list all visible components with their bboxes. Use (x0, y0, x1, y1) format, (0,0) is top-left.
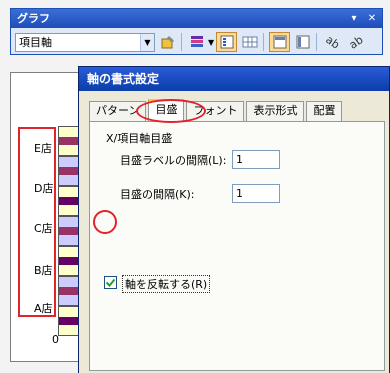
bar-segment[interactable] (58, 156, 80, 186)
tab-font[interactable]: フォント (186, 101, 245, 121)
tick-label-interval-input[interactable]: 1 (232, 150, 280, 169)
chart-type-button[interactable] (187, 32, 208, 52)
bar-segment[interactable] (58, 276, 80, 306)
data-table-button[interactable] (239, 32, 260, 52)
chevron-down-icon[interactable]: ▼ (140, 33, 154, 51)
tick-label-interval-label: 目盛ラベルの間隔(L): (120, 154, 227, 167)
bar-segment[interactable] (58, 216, 80, 246)
bar-stack[interactable] (58, 126, 80, 336)
toolbar-options-icon[interactable]: ▾ (348, 9, 360, 28)
category-label: A店 (34, 302, 53, 315)
format-icon (161, 36, 174, 49)
checkmark-icon (105, 278, 116, 287)
by-column-button[interactable] (292, 32, 313, 52)
category-label: B店 (34, 264, 53, 277)
section-label: X/項目軸目盛 (106, 132, 173, 145)
toolbar-separator (316, 33, 318, 51)
by-row-button[interactable] (269, 32, 291, 52)
legend-button[interactable] (216, 32, 238, 52)
toolbar-close-icon[interactable]: ✕ (366, 9, 378, 28)
angle-text-down-button[interactable]: ab (322, 32, 343, 52)
reverse-axis-label[interactable]: 軸を反転する(R) (122, 275, 211, 293)
chart-toolbar: グラフ ▾ ✕ 項目軸 ▼ ▼ ab ab (10, 8, 383, 55)
bar-segment[interactable] (58, 126, 80, 156)
angle-text-down-icon: ab (325, 34, 341, 50)
chart-object-select[interactable]: 項目軸 ▼ (15, 32, 155, 52)
toolbar-buttons: 項目軸 ▼ ▼ ab ab (11, 30, 382, 54)
data-table-icon (242, 36, 258, 48)
tab-patterns[interactable]: パターン (89, 101, 147, 121)
checkbox-annotation-oval (93, 210, 117, 234)
dialog-titlebar[interactable]: 軸の書式設定 (79, 67, 389, 91)
category-label: D店 (34, 182, 54, 195)
tick-mark-interval-input[interactable]: 1 (232, 184, 280, 203)
format-axis-dialog: 軸の書式設定 パターン 目盛 フォント 表示形式 配置 X/項目軸目盛 目盛ラベ… (78, 66, 390, 373)
toolbar-separator (263, 33, 265, 51)
category-label: E店 (34, 142, 52, 155)
dialog-title: 軸の書式設定 (87, 72, 160, 86)
reverse-axis-checkbox[interactable] (104, 276, 117, 289)
tick-mark-interval-label: 目盛の間隔(K): (120, 188, 195, 201)
toolbar-titlebar[interactable]: グラフ ▾ ✕ (11, 9, 382, 28)
by-row-icon (273, 35, 287, 49)
tab-scale[interactable]: 目盛 (148, 99, 185, 121)
bar-segment[interactable] (58, 246, 80, 276)
svg-text:ab: ab (325, 34, 341, 50)
bar-segment[interactable] (58, 186, 80, 216)
chart-object-select-value: 項目軸 (19, 36, 52, 49)
legend-icon (220, 35, 234, 49)
axis-zero-label: 0 (52, 333, 59, 346)
format-selection-button[interactable] (157, 32, 178, 52)
svg-text:ab: ab (348, 34, 364, 50)
scale-panel: X/項目軸目盛 目盛ラベルの間隔(L): 1 目盛の間隔(K): 1 軸を反転す… (89, 121, 385, 371)
dialog-tabs: パターン 目盛 フォント 表示形式 配置 (89, 99, 344, 121)
angle-text-up-button[interactable]: ab (345, 32, 366, 52)
toolbar-separator (181, 33, 182, 51)
screenshot-root: E店 D店 C店 B店 A店 0 グラフ ▾ ✕ 項目軸 ▼ ▼ ab ab 軸… (0, 0, 390, 373)
bar-segment[interactable] (58, 306, 80, 336)
category-label: C店 (34, 222, 53, 235)
chart-type-dropdown-icon[interactable]: ▼ (208, 38, 214, 47)
by-column-icon (296, 35, 310, 49)
angle-text-up-icon: ab (348, 34, 364, 50)
chart-type-icon (190, 36, 203, 47)
tab-alignment[interactable]: 配置 (306, 101, 343, 121)
toolbar-title: グラフ (17, 12, 50, 25)
tab-number[interactable]: 表示形式 (246, 101, 305, 121)
